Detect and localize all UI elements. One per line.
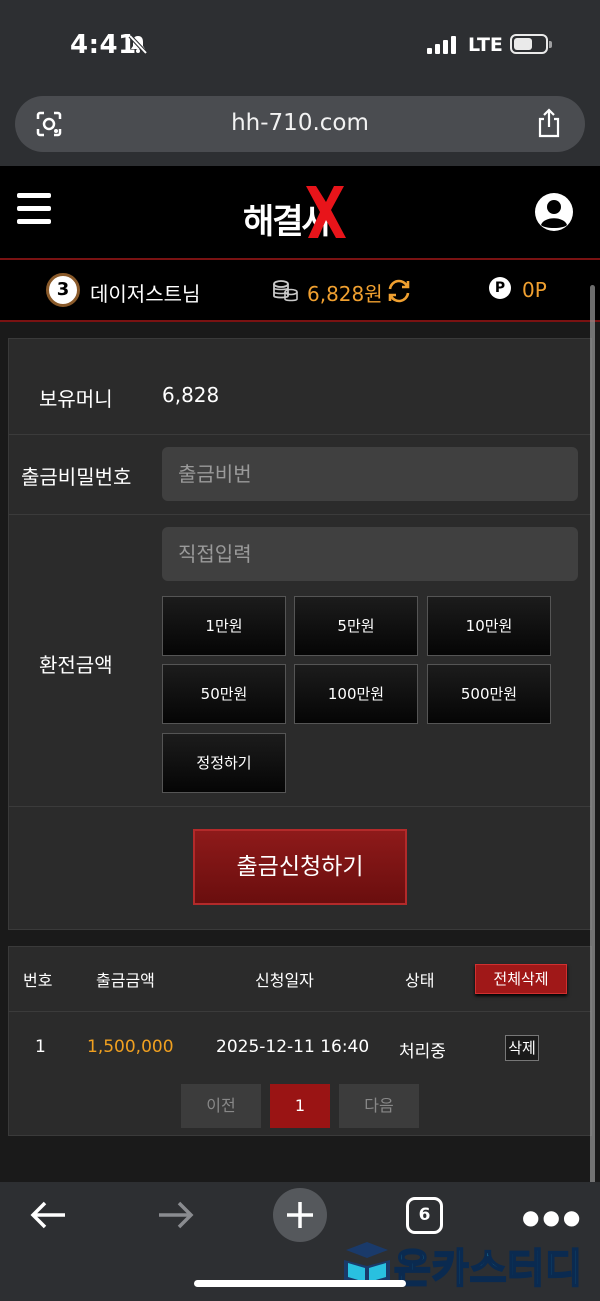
page-scrollbar[interactable] [590, 285, 595, 1185]
withdraw-history-table: 번호 출금금액 신청일자 상태 전체삭제 1 1,500,000 2025-12… [8, 946, 592, 1136]
pagination-page-1[interactable]: 1 [270, 1084, 330, 1128]
refresh-icon[interactable] [386, 278, 412, 304]
logo-x-mark [306, 186, 346, 238]
amount-row: 환전금액 1만원 5만원 10만원 50만원 100만원 500만원 정정하기 [9, 515, 591, 807]
coin-stack-icon [273, 280, 298, 302]
bell-muted-icon [128, 34, 148, 54]
row-status: 처리중 [399, 1042, 446, 1062]
back-arrow-icon[interactable] [30, 1200, 68, 1230]
site-header: 해결사 [0, 166, 600, 258]
pagination-next[interactable]: 다음 [339, 1084, 419, 1128]
header-divider [9, 1011, 591, 1012]
amount-label: 환전금액 [39, 653, 113, 677]
user-profile-icon[interactable] [534, 192, 574, 232]
url-text[interactable]: hh-710.com [15, 110, 585, 136]
battery-icon [510, 34, 552, 54]
amount-button-10k[interactable]: 1만원 [162, 596, 286, 656]
column-header-status: 상태 [405, 971, 435, 990]
browser-toolbar: 6 ●●● 온카스터디 [0, 1182, 600, 1301]
balance-value: 6,828 [162, 383, 220, 407]
username: 데이저스트님 [90, 282, 201, 306]
hamburger-menu-icon[interactable] [17, 193, 51, 227]
column-header-amount: 출금금액 [96, 971, 155, 990]
level-badge: 3 [46, 273, 80, 307]
new-tab-button[interactable] [273, 1188, 327, 1242]
signal-icon [427, 36, 456, 54]
status-bar: 4:41 LTE [0, 0, 600, 90]
money-balance: 6,828원 [307, 282, 383, 306]
point-balance: 0P [522, 278, 547, 302]
amount-button-500k[interactable]: 50만원 [162, 664, 286, 724]
share-icon[interactable] [535, 108, 563, 138]
forward-arrow-icon[interactable] [156, 1200, 194, 1230]
password-label: 출금비밀번호 [21, 465, 132, 489]
tab-switcher-button[interactable]: 6 [406, 1197, 443, 1234]
row-date: 2025-12-11 16:40 [216, 1037, 370, 1057]
amount-button-1m[interactable]: 100만원 [294, 664, 418, 724]
watermark-text: 온카스터디 [393, 1245, 583, 1293]
row-delete-button[interactable]: 삭제 [505, 1035, 539, 1061]
amount-button-50k[interactable]: 5만원 [294, 596, 418, 656]
column-header-date: 신청일자 [255, 971, 314, 990]
withdraw-form: 보유머니 6,828 출금비밀번호 환전금액 1만원 5만원 10만원 50만원… [8, 338, 592, 930]
row-no: 1 [35, 1037, 46, 1057]
plus-icon [287, 1202, 313, 1228]
amount-input[interactable] [162, 527, 578, 581]
reset-amount-button[interactable]: 정정하기 [162, 733, 286, 793]
withdraw-password-input[interactable] [162, 447, 578, 501]
point-icon: P [489, 277, 511, 299]
column-header-no: 번호 [23, 971, 53, 990]
delete-all-button[interactable]: 전체삭제 [475, 964, 567, 994]
address-bar[interactable]: hh-710.com [15, 96, 585, 152]
row-amount: 1,500,000 [87, 1037, 174, 1057]
amount-button-100k[interactable]: 10만원 [427, 596, 551, 656]
balance-label: 보유머니 [39, 387, 113, 411]
submit-withdraw-button[interactable]: 출금신청하기 [193, 829, 407, 905]
balance-row: 보유머니 6,828 [9, 339, 591, 435]
pagination-prev[interactable]: 이전 [181, 1084, 261, 1128]
more-options-icon[interactable]: ●●● [522, 1207, 583, 1227]
home-indicator [194, 1280, 406, 1287]
user-info-bar: 3 데이저스트님 6,828원 P 0P [0, 258, 600, 322]
site-logo[interactable]: 해결사 [238, 186, 362, 242]
browser-url-area: hh-710.com [0, 90, 600, 166]
password-row: 출금비밀번호 [9, 435, 591, 515]
network-type: LTE [468, 34, 503, 56]
amount-button-5m[interactable]: 500만원 [427, 664, 551, 724]
status-time: 4:41 [70, 30, 137, 60]
